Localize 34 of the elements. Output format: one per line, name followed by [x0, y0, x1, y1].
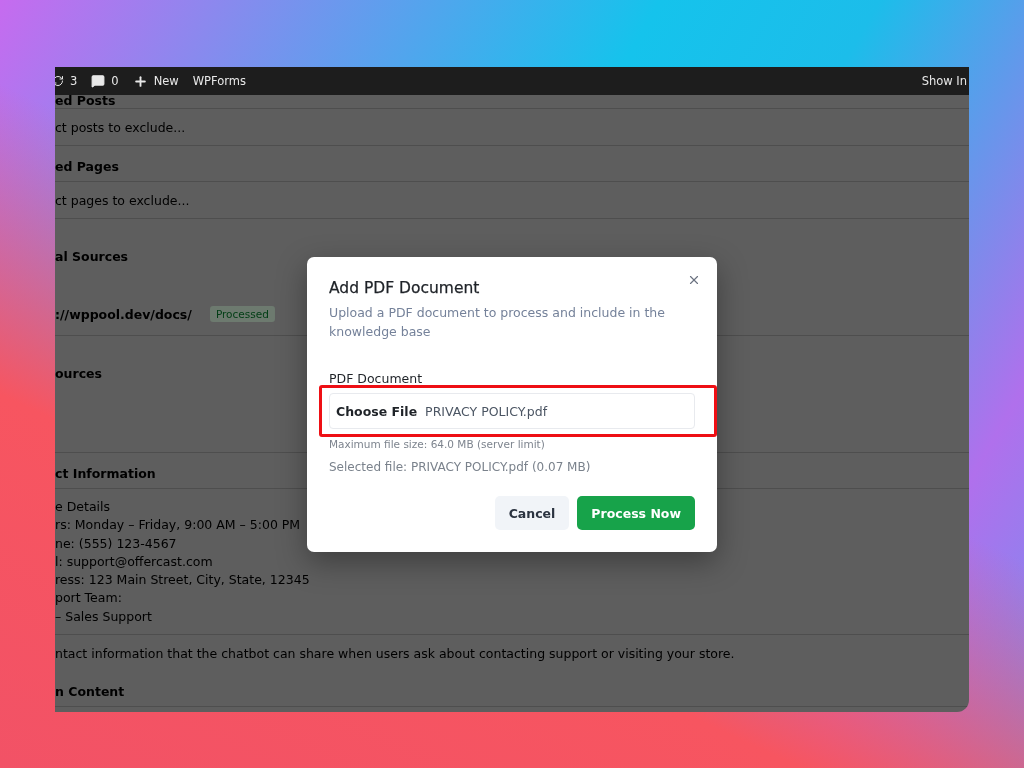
- admin-bar-link[interactable]: Show In: [921, 74, 969, 88]
- hint-text: Maximum file size: 64.0 MB (server limit): [329, 438, 546, 450]
- source-url: ://wppool.dev/docs/: [55, 306, 192, 322]
- help-text: ntact information that the chatbot can share when users ask about contacting support or visiting your store.: [55, 645, 735, 661]
- admin-bar-item[interactable]: 0: [84, 67, 126, 95]
- file-input[interactable]: Choose File PRIVACY POLICY.pdf: [329, 393, 695, 429]
- refresh-icon: [55, 75, 64, 87]
- section-heading: ed Posts: [55, 93, 116, 108]
- admin-bar-item[interactable]: WPForms: [185, 67, 254, 95]
- section-heading: ed Pages: [55, 159, 119, 174]
- text-line: rs: Monday – Friday, 9:00 AM – 5:00 PM: [55, 516, 301, 535]
- section-heading: n Content: [55, 684, 125, 699]
- text-line: ress: 123 Main Street, City, State, 12345: [55, 571, 310, 590]
- section-heading: ct Information: [55, 466, 156, 481]
- admin-bar-item[interactable]: New: [125, 67, 186, 95]
- status-badge: Processed: [209, 306, 275, 322]
- text-line: – Sales Support: [55, 607, 152, 626]
- text-line: l: support@offercast.com: [55, 552, 213, 571]
- text-line: ne: (555) 123-4567: [55, 534, 177, 553]
- section-heading: al Sources: [55, 249, 129, 264]
- dialog-description: Upload a PDF document to process and include in the knowledge base: [329, 304, 666, 341]
- choose-file-button[interactable]: Choose File: [336, 403, 418, 419]
- speech-bubble-icon: [91, 74, 106, 88]
- file-name: PRIVACY POLICY.pdf: [425, 403, 548, 419]
- selected-file-text: Selected file: PRIVACY POLICY.pdf (0.07 MB): [329, 460, 592, 474]
- close-icon: [687, 273, 701, 287]
- text-line: port Team:: [55, 589, 122, 608]
- section-heading: ources: [55, 366, 102, 381]
- dialog-title: Add PDF Document: [329, 279, 481, 297]
- field-label: PDF Document: [329, 371, 424, 387]
- plus-icon: [132, 73, 148, 89]
- cancel-button[interactable]: Cancel: [494, 496, 570, 530]
- text-line: e Details: [55, 498, 110, 516]
- admin-bar-item[interactable]: 3: [55, 67, 85, 95]
